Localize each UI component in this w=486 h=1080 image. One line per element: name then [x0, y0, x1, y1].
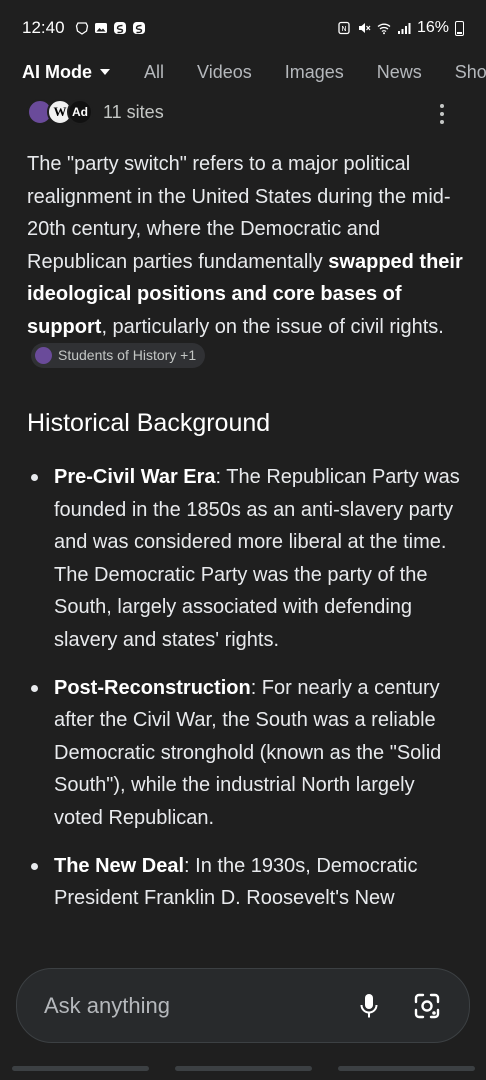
tab-label: AI Mode — [22, 61, 92, 82]
nav-segment — [11, 1066, 149, 1071]
ask-input[interactable] — [44, 992, 341, 1019]
answer-intro: The "party switch" refers to a major pol… — [27, 148, 467, 378]
bullet-dot — [27, 672, 54, 835]
svg-text:N: N — [341, 25, 346, 33]
sources-row[interactable]: W Ad 11 sites — [27, 99, 164, 125]
mute-icon — [358, 23, 371, 33]
bullet-title: Pre-Civil War Era — [54, 466, 216, 488]
list-item: Post-Reconstruction: For nearly a centur… — [27, 672, 467, 835]
bullet-text: : For nearly a century after the Civil W… — [54, 676, 442, 829]
intro-text-end: , particularly on the issue of civil rig… — [101, 315, 444, 338]
nav-bar — [0, 1066, 486, 1080]
bullet-dot — [27, 461, 54, 656]
mic-icon — [360, 993, 378, 1017]
signal-icon — [397, 23, 411, 34]
wifi-icon — [377, 23, 391, 35]
lens-button[interactable] — [399, 978, 455, 1034]
more-options-icon[interactable] — [440, 104, 444, 124]
gallery-icon — [94, 23, 107, 33]
bullet-title: The New Deal — [54, 854, 185, 877]
site-favicon: Ad — [67, 99, 93, 125]
tab-all[interactable]: All — [144, 62, 164, 83]
s-app-icon — [113, 22, 126, 34]
mic-button[interactable] — [341, 978, 397, 1034]
battery-percent: 16% — [416, 19, 449, 36]
nfc-icon: N — [338, 21, 350, 35]
tab-news[interactable]: News — [377, 62, 422, 83]
brave-icon — [75, 22, 88, 35]
caret-down-icon — [100, 69, 110, 75]
ask-bar — [16, 968, 470, 1043]
tab-videos[interactable]: Videos — [197, 62, 252, 83]
sources-count: 11 sites — [103, 101, 164, 122]
list-item: The New Deal: In the 1930s, Democratic P… — [27, 850, 467, 915]
s-app-icon — [132, 22, 145, 34]
nav-segment — [174, 1066, 312, 1071]
camera-lens-icon — [414, 993, 440, 1018]
citation-chip[interactable]: Students of History +1 — [31, 343, 206, 368]
citation-label: Students of History +1 — [58, 347, 197, 364]
nav-segment — [337, 1066, 475, 1071]
tab-ai-mode[interactable]: AI Mode — [22, 62, 110, 83]
status-time: 12:40 — [22, 18, 65, 37]
tab-images[interactable]: Images — [285, 62, 344, 83]
bullet-text: : The Republican Party was founded in th… — [54, 466, 460, 651]
bullet-dot — [27, 850, 54, 915]
bullet-title: Post-Reconstruction — [54, 676, 251, 699]
battery-icon — [455, 20, 464, 36]
students-of-history-favicon — [35, 347, 52, 364]
list-item: Pre-Civil War Era: The Republican Party … — [27, 461, 467, 656]
tab-shopping[interactable]: Sho — [455, 62, 486, 83]
status-bar: 12:40 N 16% — [0, 0, 486, 56]
search-tabs: AI Mode All Videos Images News Sho — [0, 56, 486, 88]
bullet-list: Pre-Civil War Era: The Republican Party … — [27, 461, 467, 930]
section-heading: Historical Background — [27, 409, 271, 437]
